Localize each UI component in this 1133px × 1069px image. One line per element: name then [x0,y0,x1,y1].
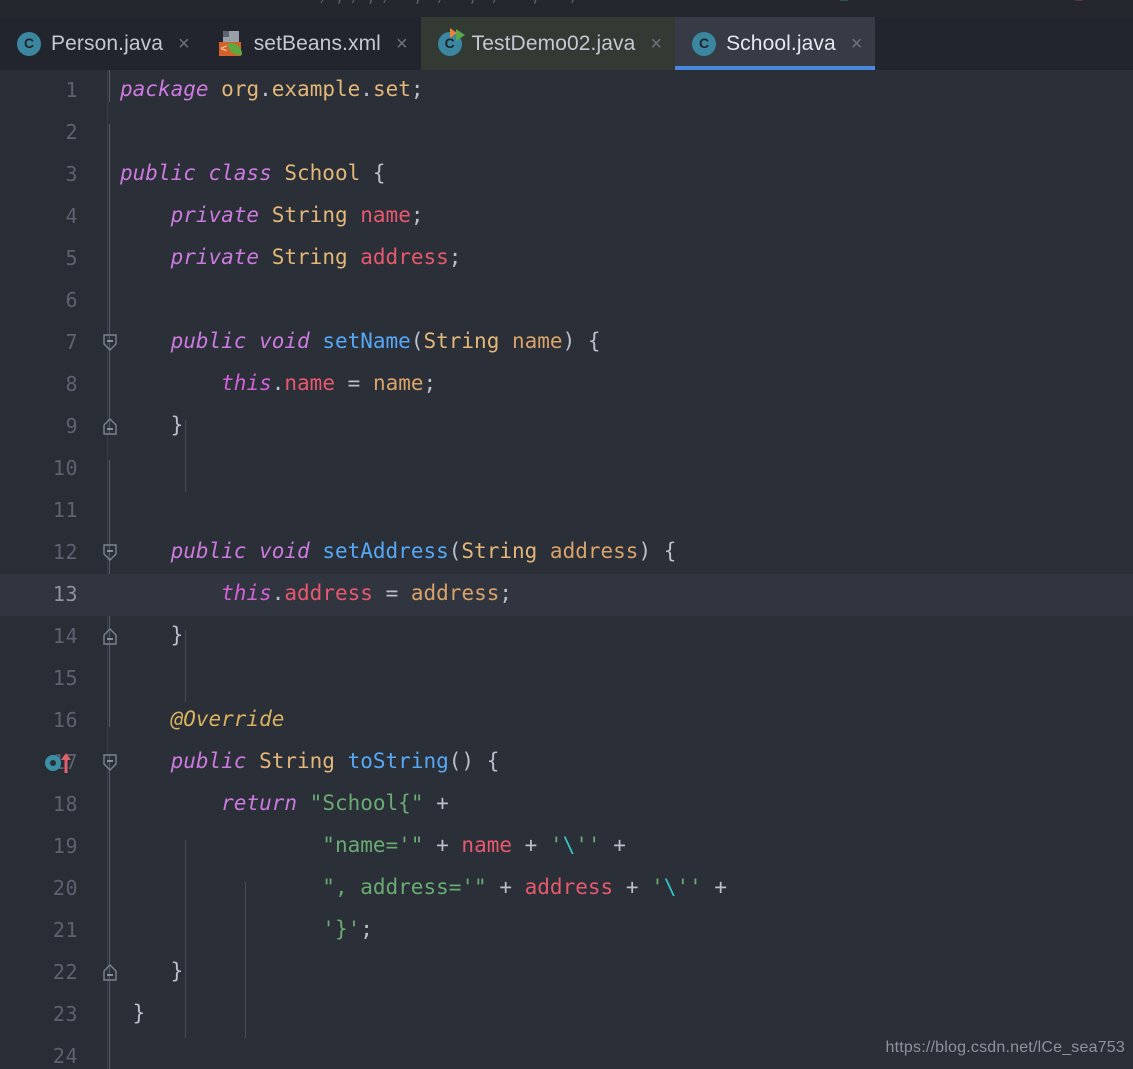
code-line: '}'; [322,917,373,941]
cutoff-accent-teal: ▬ [840,0,848,6]
code-line: private String name; [170,203,424,227]
line-number: 7 [65,330,78,354]
tab-setbeans-xml[interactable]: < setBeans.xml × [202,17,421,70]
code-editor[interactable]: 1 package org.example.set; 2 3 public cl… [0,70,1133,1069]
code-line-row[interactable]: 5 private String address; [0,238,1133,280]
tab-label: setBeans.xml [253,31,381,55]
code-line-row[interactable]: 11 [0,490,1133,532]
line-number: 15 [52,666,78,690]
java-class-icon: C [16,31,42,57]
code-line-row[interactable]: 14 } [0,616,1133,658]
tab-label: TestDemo02.java [471,31,636,55]
code-line: return "School{" + [221,791,449,815]
code-line-row[interactable]: 21 '}'; [0,910,1133,952]
code-line-row[interactable]: 9 } [0,406,1133,448]
fold-end-marker[interactable] [100,628,120,646]
code-line-row[interactable]: 18 return "School{" + [0,784,1133,826]
tab-school-java[interactable]: C School.java × [675,17,876,70]
code-line-row[interactable]: 4 private String name; [0,196,1133,238]
code-line-row[interactable]: 22 } [0,952,1133,994]
line-number: 16 [52,708,78,732]
line-number: 22 [52,960,78,984]
code-line: private String address; [170,245,462,269]
line-number: 8 [65,372,78,396]
fold-collapse-marker[interactable] [100,543,120,561]
line-number: 5 [65,246,78,270]
code-line-row[interactable]: 3 public class School { [0,154,1133,196]
line-number: 19 [52,834,78,858]
line-number: 12 [52,540,78,564]
line-number: 1 [65,78,78,102]
code-line-row[interactable]: 1 package org.example.set; [0,70,1133,112]
line-number: 11 [52,498,78,522]
code-line: public String toString() { [170,749,500,773]
fold-end-marker[interactable] [100,964,120,982]
code-line: @Override [170,707,285,731]
code-line: ", address='" + address + '\'' + [322,875,728,899]
code-line: "name='" + name + '\'' + [322,833,626,857]
code-line: } [170,413,184,437]
ide-window: / , / , / , / , / , / ▬ ▬ C Person.java … [0,0,1133,1069]
code-line-row[interactable]: 19 "name='" + name + '\'' + [0,826,1133,868]
line-number: 21 [52,918,78,942]
line-number: 3 [65,162,78,186]
line-number: 20 [52,876,78,900]
tab-close-icon[interactable]: × [396,34,408,54]
code-line: this.address = address; [221,581,513,605]
code-line: } [132,1001,146,1025]
line-number: 9 [65,414,78,438]
line-number: 6 [65,288,78,312]
line-number: 10 [52,456,78,480]
code-line: } [170,959,184,983]
cutoff-text: / , / , / , / , / , / [320,0,578,6]
line-number: 18 [52,792,78,816]
tab-close-icon[interactable]: × [178,34,190,54]
tab-person-java[interactable]: C Person.java × [0,17,203,70]
code-line: public void setName(String name) { [170,329,601,353]
code-line: } [170,623,184,647]
code-line-row[interactable]: 20 ", address='" + address + '\'' + [0,868,1133,910]
tab-label: School.java [726,31,836,55]
code-line-row[interactable]: 8 this.name = name; [0,364,1133,406]
code-line-row[interactable]: 16 @Override [0,700,1133,742]
code-line-row[interactable]: 7 public void setName(String name) { [0,322,1133,364]
code-line: public class School { [120,161,386,185]
code-line-row[interactable]: 23 } [0,994,1133,1036]
code-line-row[interactable]: 6 [0,280,1133,322]
code-line: this.name = name; [221,371,437,395]
fold-collapse-marker[interactable] [100,333,120,351]
line-number: 24 [52,1044,78,1068]
watermark-text: https://blog.csdn.net/lCe_sea753 [885,1039,1125,1056]
tab-close-icon[interactable]: × [650,34,662,54]
line-number: 4 [65,204,78,228]
code-line-row[interactable]: 2 [0,112,1133,154]
spring-xml-file-icon: < [218,30,245,57]
java-class-icon: C [691,31,717,57]
line-number: 2 [65,120,78,144]
tab-testdemo02-java[interactable]: C TestDemo02.java × [420,17,676,70]
code-line-row[interactable]: 12 public void setAddress(String address… [0,532,1133,574]
fold-collapse-marker[interactable] [100,753,120,771]
java-class-run-icon: C [437,27,465,57]
editor-tab-bar[interactable]: C Person.java × < setBeans.xml × C TestD… [0,17,1133,70]
line-number: 23 [52,1002,78,1026]
overriding-method-icon[interactable] [44,751,74,775]
line-number: 14 [52,624,78,648]
top-cutoff-sliver: / , / , / , / , / , / ▬ ▬ [0,0,1133,17]
cutoff-accent-red: ▬ [1075,0,1083,6]
tab-close-icon[interactable]: × [851,34,863,54]
code-line-row[interactable]: 10 [0,448,1133,490]
line-number: 13 [52,582,78,606]
fold-end-marker[interactable] [100,418,120,436]
code-line: package org.example.set; [120,77,424,101]
code-line-row[interactable]: 15 [0,658,1133,700]
tab-label: Person.java [51,31,163,55]
code-line-row-caret[interactable]: 13 this.address = address; [0,574,1133,616]
code-line-row[interactable]: 17 public String toString() { [0,742,1133,784]
code-line: public void setAddress(String address) { [170,539,677,563]
